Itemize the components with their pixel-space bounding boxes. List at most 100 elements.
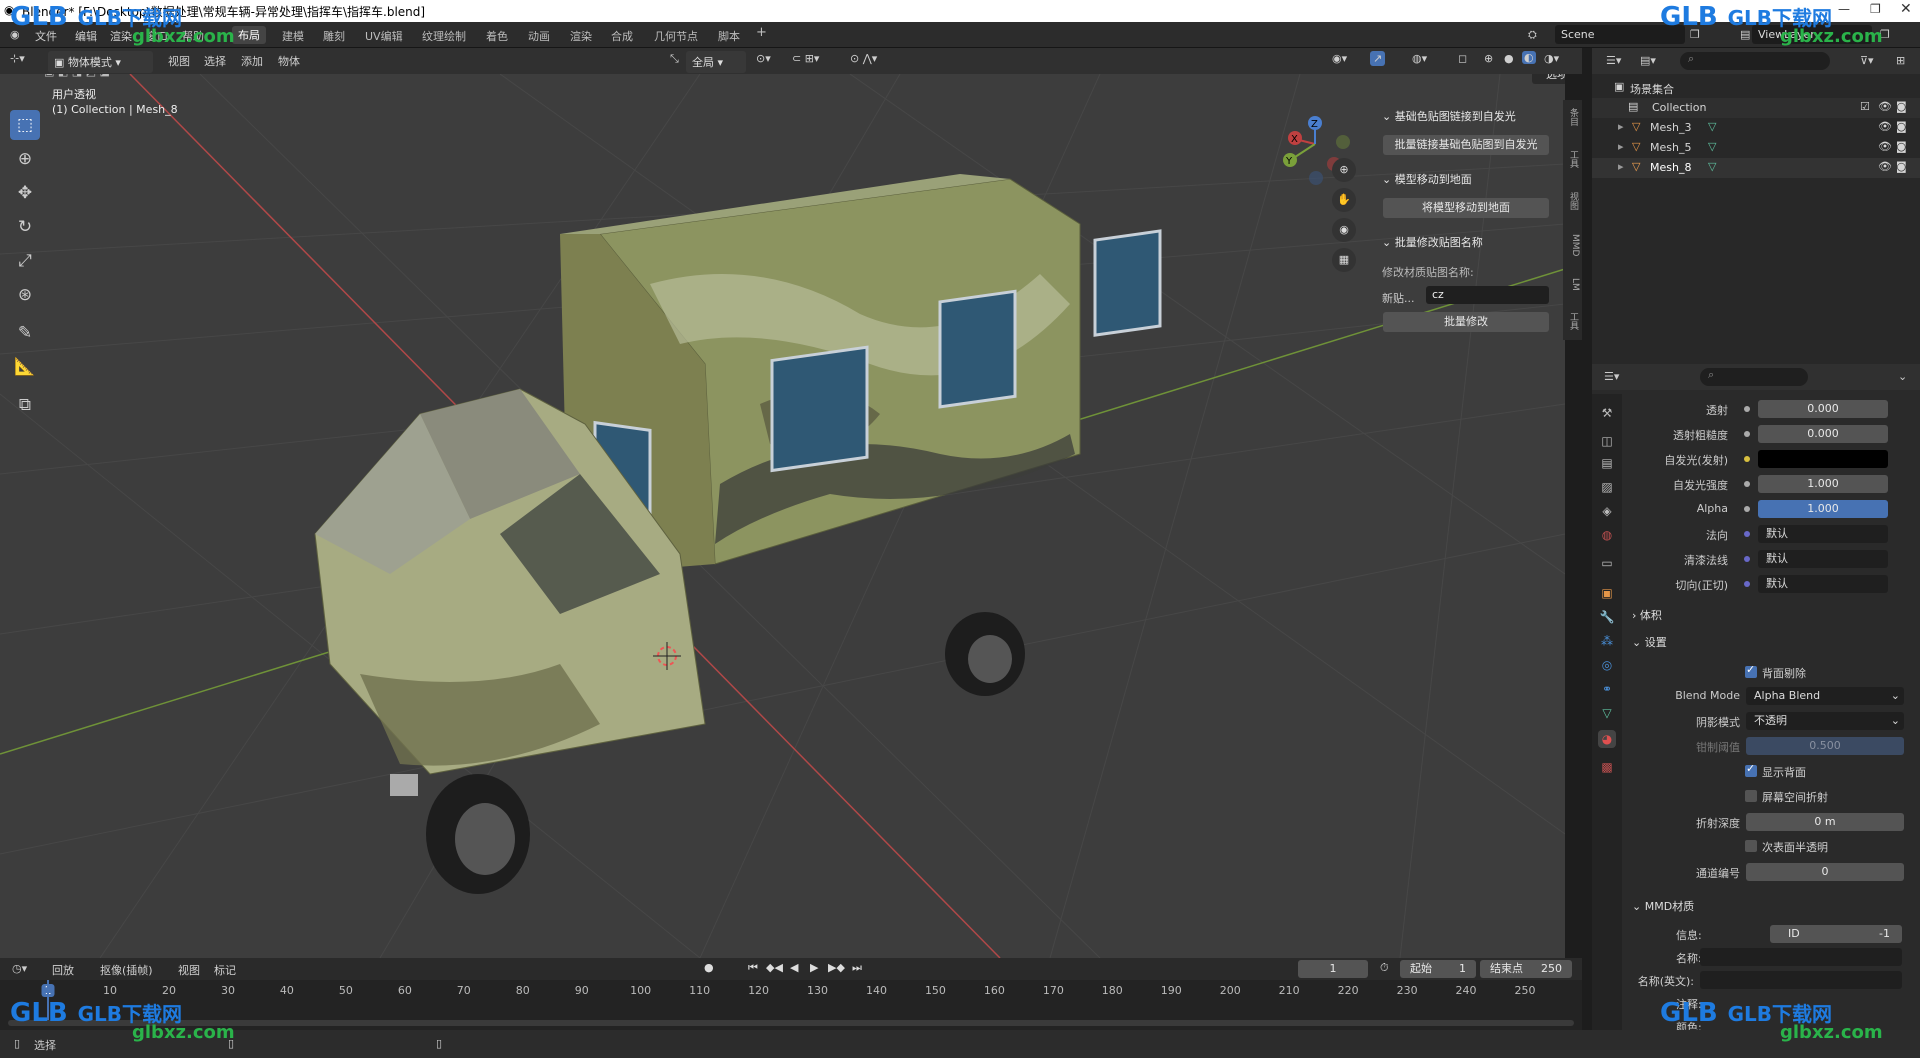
- transmission-roughness-field[interactable]: 0.000: [1758, 425, 1888, 443]
- output-properties-icon[interactable]: ▤: [1598, 454, 1616, 472]
- object-properties-icon[interactable]: ▣: [1598, 584, 1616, 602]
- sidebar-tab-tools[interactable]: 工具: [1565, 312, 1580, 330]
- sidebar-tab-lm[interactable]: LM: [1565, 278, 1580, 291]
- outliner-item-mesh-8[interactable]: ▸ ▽ Mesh_8 ▽ 👁 ◙: [1592, 158, 1920, 178]
- socket-dot-icon[interactable]: [1744, 481, 1750, 487]
- tab-layout[interactable]: 布局: [232, 26, 266, 44]
- tangent-field[interactable]: 默认: [1758, 575, 1888, 593]
- shadow-mode-dropdown[interactable]: 不透明 ⌄: [1746, 712, 1904, 730]
- tab-scripting[interactable]: 脚本: [718, 28, 740, 44]
- select-box-icon[interactable]: ⬚: [10, 110, 40, 140]
- tab-texture-paint[interactable]: 纹理绘制: [422, 28, 466, 44]
- options-dropdown[interactable]: 选项: [1532, 74, 1565, 84]
- add-cube-tool-icon[interactable]: ⧉: [10, 390, 40, 420]
- 3d-viewport[interactable]: X Y Z 用户透视 (1) Collection | Mesh_8 ▣ ◧ ◨…: [0, 74, 1565, 958]
- show-backface-checkbox[interactable]: [1745, 762, 1757, 777]
- outliner-search-input[interactable]: ⌕: [1680, 52, 1830, 70]
- snap-icon[interactable]: ⊂ ⊞▾: [792, 52, 819, 65]
- solid-shading-icon[interactable]: ●: [1504, 52, 1514, 65]
- gizmo-toggle-icon[interactable]: ↗: [1370, 51, 1386, 66]
- move-tool-icon[interactable]: ✥: [10, 178, 40, 208]
- editor-type-icon[interactable]: ⊹▾: [10, 52, 25, 65]
- constraints-properties-icon[interactable]: ⚭: [1598, 680, 1616, 698]
- blend-mode-dropdown[interactable]: Alpha Blend ⌄: [1746, 687, 1904, 705]
- move-to-ground-button[interactable]: 将模型移动到地面: [1383, 198, 1549, 218]
- menu-timeline-view[interactable]: 视图: [178, 962, 200, 978]
- clip-threshold-field[interactable]: 0.500: [1746, 737, 1904, 755]
- view-layer-properties-icon[interactable]: ▨: [1598, 478, 1616, 496]
- outliner-collection[interactable]: ▤ Collection ☑ 👁 ◙: [1592, 98, 1920, 118]
- screen-space-refraction-checkbox[interactable]: [1745, 790, 1757, 802]
- socket-dot-icon[interactable]: [1744, 406, 1750, 412]
- menu-add[interactable]: 添加: [241, 53, 263, 69]
- proportional-edit-icon[interactable]: ⊙ ⋀▾: [850, 52, 877, 65]
- socket-dot-icon[interactable]: [1744, 456, 1750, 462]
- menu-select[interactable]: 选择: [204, 53, 226, 69]
- prev-keyframe-icon[interactable]: ◆◀: [766, 961, 783, 974]
- jump-end-icon[interactable]: ⏭: [852, 961, 862, 975]
- section-move-to-ground[interactable]: ⌄ 模型移动到地面: [1382, 171, 1472, 187]
- overlay-icon[interactable]: ◍▾: [1412, 52, 1427, 65]
- timeline-editor-icon[interactable]: ◷▾: [12, 962, 27, 975]
- batch-link-emission-button[interactable]: 批量链接基础色贴图到自发光: [1383, 135, 1549, 155]
- tab-compositing[interactable]: 合成: [611, 28, 633, 44]
- menu-object[interactable]: 物体: [278, 53, 300, 69]
- data-properties-icon[interactable]: ▽: [1598, 704, 1616, 722]
- sidebar-tab-view[interactable]: 视图: [1565, 192, 1580, 210]
- timeline-ruler[interactable]: 1102030405060708090100110120130140150160…: [0, 980, 1582, 1000]
- emission-color-field[interactable]: [1758, 450, 1888, 468]
- stopwatch-icon[interactable]: ⏱: [1380, 961, 1389, 975]
- properties-search-input[interactable]: ⌕: [1700, 368, 1808, 386]
- eye-icon[interactable]: 👁: [1878, 100, 1892, 113]
- next-keyframe-icon[interactable]: ▶◆: [828, 961, 845, 974]
- end-frame-field[interactable]: 结束点 250: [1480, 960, 1572, 978]
- mmd-name-en-input[interactable]: [1700, 971, 1902, 989]
- socket-dot-icon[interactable]: [1744, 531, 1750, 537]
- tab-uv-editing[interactable]: UV编辑: [365, 28, 403, 44]
- rotate-tool-icon[interactable]: ↻: [10, 212, 40, 242]
- render-properties-icon[interactable]: ◫: [1598, 432, 1616, 450]
- tab-sculpting[interactable]: 雕刻: [323, 28, 345, 44]
- socket-dot-icon[interactable]: [1744, 581, 1750, 587]
- eye-icon[interactable]: 👁: [1878, 140, 1892, 153]
- timeline-scrollbar[interactable]: [8, 1020, 1574, 1026]
- backface-culling-checkbox[interactable]: [1745, 663, 1757, 678]
- expand-arrow-icon[interactable]: ▸: [1618, 140, 1624, 153]
- section-rename-textures[interactable]: ⌄ 批量修改贴图名称: [1382, 234, 1483, 250]
- xray-icon[interactable]: ◻: [1458, 52, 1467, 65]
- exclude-checkbox-icon[interactable]: ☑: [1860, 100, 1870, 113]
- pan-hand-icon[interactable]: ✋: [1332, 188, 1356, 212]
- camera-render-icon[interactable]: ◙: [1896, 100, 1907, 113]
- sidebar-tab-mmd[interactable]: MMD: [1565, 234, 1580, 256]
- transmission-field[interactable]: 0.000: [1758, 400, 1888, 418]
- alpha-field[interactable]: 1.000: [1758, 500, 1888, 518]
- orientation-selector[interactable]: 全局 ▾: [686, 51, 746, 73]
- eye-icon[interactable]: 👁: [1878, 120, 1892, 133]
- measure-tool-icon[interactable]: 📐: [10, 352, 40, 382]
- play-icon[interactable]: ▶: [810, 961, 818, 974]
- outliner-editor-icon[interactable]: ☰▾: [1606, 54, 1621, 67]
- perspective-grid-icon[interactable]: ▦: [1332, 248, 1356, 272]
- truck-model[interactable]: [314, 174, 1162, 894]
- add-workspace-button[interactable]: +: [756, 25, 767, 40]
- record-icon[interactable]: ●: [704, 961, 714, 974]
- socket-dot-icon[interactable]: [1744, 506, 1750, 512]
- select-mode-icons[interactable]: ▣ ◧ ◨ ◩ ◪: [44, 74, 144, 83]
- menu-playback[interactable]: 回放: [52, 962, 74, 978]
- scene-properties-icon[interactable]: ◈: [1598, 502, 1616, 520]
- particles-properties-icon[interactable]: ⁂: [1598, 632, 1616, 650]
- menu-keying[interactable]: 抠像(插帧): [100, 962, 153, 978]
- pass-index-field[interactable]: 0: [1746, 863, 1904, 881]
- eye-icon[interactable]: 👁: [1878, 160, 1892, 173]
- transform-tool-icon[interactable]: ⊛: [10, 280, 40, 310]
- wireframe-shading-icon[interactable]: ⊕: [1484, 52, 1493, 65]
- section-emission-link[interactable]: ⌄ 基础色贴图链接到自发光: [1382, 108, 1516, 124]
- socket-dot-icon[interactable]: [1744, 556, 1750, 562]
- play-reverse-icon[interactable]: ◀: [790, 961, 798, 974]
- subsurface-translucency-checkbox[interactable]: [1745, 840, 1757, 852]
- jump-start-icon[interactable]: ⏮: [748, 961, 758, 975]
- world-properties-icon[interactable]: ◍: [1598, 526, 1616, 544]
- mmd-id-field[interactable]: ID -1: [1770, 925, 1902, 943]
- volume-section[interactable]: › 体积: [1632, 607, 1662, 623]
- timeline-area[interactable]: 1102030405060708090100110120130140150160…: [0, 980, 1582, 1030]
